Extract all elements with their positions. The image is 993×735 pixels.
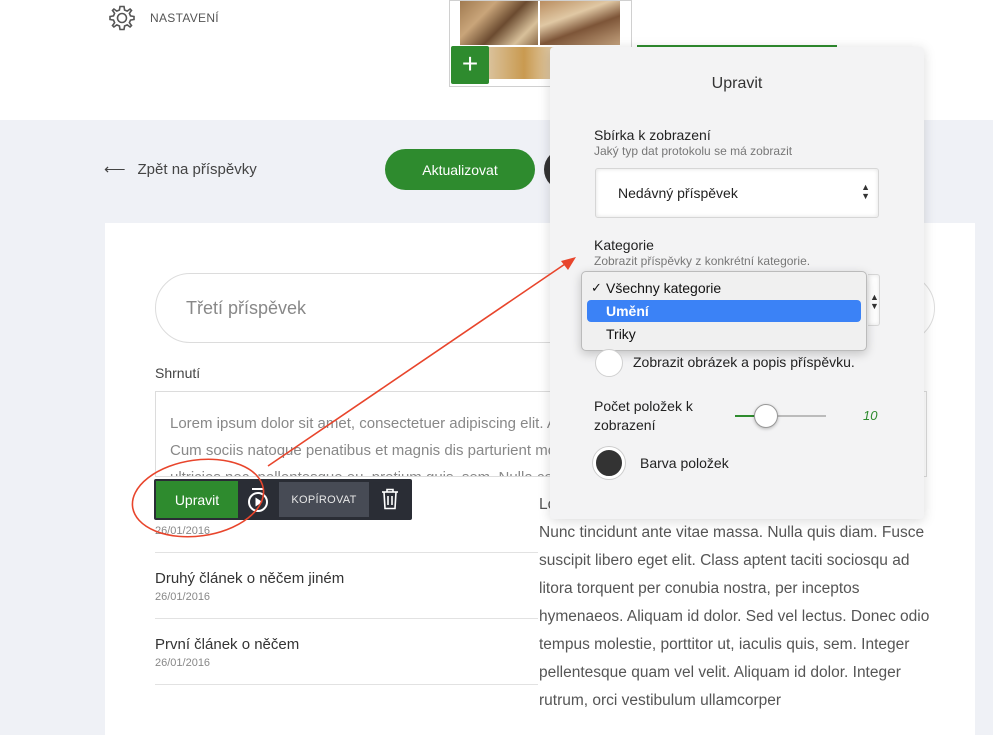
panel-title: Upravit (711, 75, 763, 92)
select-arrows-icon: ▲ ▼ (870, 292, 879, 311)
divider (155, 552, 538, 553)
divider (155, 618, 538, 619)
post-date: 26/01/2016 (155, 657, 211, 669)
post-body-text: Lorem ipsum dolor sit amet, consectetur … (539, 496, 930, 709)
collection-select[interactable]: Nedávný příspěvek ▲ ▼ (595, 168, 879, 218)
add-image-button[interactable]: + (451, 46, 489, 84)
settings-link[interactable]: NASTAVENÍ (108, 4, 219, 32)
back-to-posts-link[interactable]: ⟵ Zpět na příspěvky (104, 160, 257, 179)
post-item-toolbar: Upravit KOPÍROVAT (154, 479, 412, 520)
collection-select-value: Nedávný příspěvek (618, 185, 738, 201)
show-image-radio[interactable] (595, 349, 623, 377)
option-label: Všechny kategorie (606, 280, 722, 296)
count-slider-handle[interactable] (754, 404, 778, 428)
item-color-label: Barva položek (640, 455, 729, 471)
arrow-left-icon: ⟵ (104, 161, 126, 178)
category-option-highlighted[interactable]: Umění (587, 300, 861, 322)
count-value: 10 (863, 408, 878, 423)
count-label: Počet položek k zobrazení (594, 398, 693, 433)
option-label: Triky (606, 326, 636, 342)
category-option[interactable]: Triky (587, 323, 861, 345)
edit-post-button[interactable]: Upravit (156, 481, 238, 518)
back-label: Zpět na příspěvky (137, 160, 257, 178)
select-arrows-icon: ▲ ▼ (861, 182, 870, 201)
collection-label: Sbírka k zobrazení (594, 127, 711, 143)
gallery-image-drawer-2 (540, 1, 620, 45)
preview-icon[interactable] (246, 487, 270, 513)
item-color-swatch[interactable] (593, 447, 625, 479)
edit-widget-panel: Upravit Sbírka k zobrazení Jaký typ dat … (550, 47, 924, 519)
post-date: 26/01/2016 (155, 525, 211, 537)
gear-icon (109, 5, 135, 31)
show-image-label: Zobrazit obrázek a popis příspěvku. (633, 354, 855, 370)
divider (155, 684, 538, 685)
settings-label: NASTAVENÍ (150, 11, 219, 25)
category-option[interactable]: ✓ Všechny kategorie (587, 277, 861, 299)
category-select[interactable]: ▲ ▼ (868, 274, 880, 326)
category-label: Kategorie (594, 237, 654, 253)
post-date: 26/01/2016 (155, 591, 211, 603)
option-label: Umění (606, 303, 649, 319)
post-title[interactable]: Druhý článek o něčem jiném (155, 570, 344, 587)
post-title[interactable]: První článek o něčem (155, 636, 299, 653)
copy-post-button[interactable]: KOPÍROVAT (279, 482, 369, 517)
count-slider[interactable] (735, 415, 826, 417)
collection-help: Jaký typ dat protokolu se má zobrazit (594, 144, 793, 158)
gallery-image-drawer-1 (460, 1, 538, 45)
checkmark-icon: ✓ (591, 280, 602, 295)
category-dropdown: ✓ Všechny kategorie Umění Triky (581, 271, 867, 351)
summary-label: Shrnutí (155, 365, 201, 381)
update-button[interactable]: Aktualizovat (385, 149, 535, 190)
trash-icon[interactable] (380, 488, 400, 510)
category-help: Zobrazit příspěvky z konkrétní kategorie… (594, 254, 811, 268)
